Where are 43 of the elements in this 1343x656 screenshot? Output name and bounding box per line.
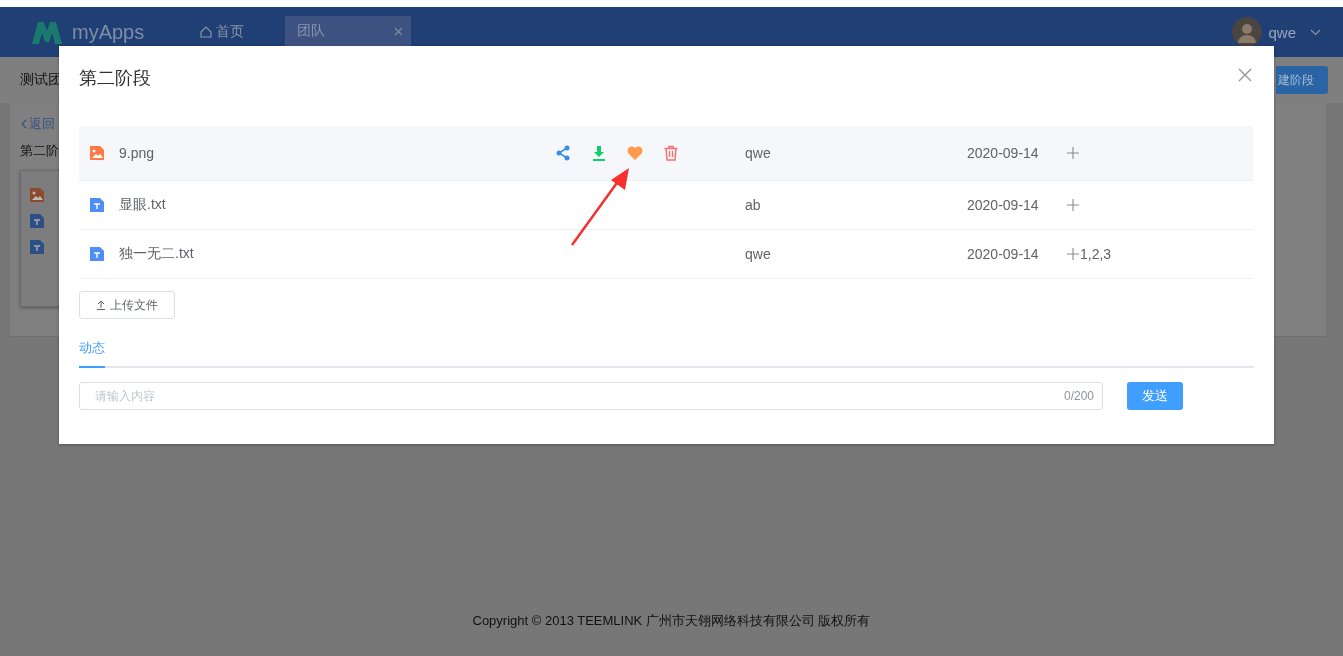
text-file-icon bbox=[29, 239, 45, 255]
new-stage-button[interactable]: 建阶段 bbox=[1276, 66, 1328, 94]
tag-list: 1,2,3 bbox=[1080, 246, 1112, 262]
upload-button[interactable]: 上传文件 bbox=[79, 291, 175, 319]
text-file-icon bbox=[29, 213, 45, 229]
character-counter: 0/200 bbox=[1063, 389, 1094, 403]
upload-icon bbox=[96, 300, 106, 310]
file-name[interactable]: 显眼.txt bbox=[119, 196, 166, 212]
add-icon[interactable] bbox=[1067, 248, 1079, 260]
add-icon[interactable] bbox=[1067, 147, 1079, 159]
dialog-title: 第二阶段 bbox=[79, 67, 151, 90]
date-text: 2020-09-14 bbox=[967, 246, 1040, 262]
logo-icon bbox=[30, 20, 64, 44]
download-icon[interactable] bbox=[591, 145, 607, 161]
text-file-icon bbox=[89, 197, 105, 213]
text-file-icon bbox=[89, 246, 105, 262]
close-icon[interactable] bbox=[1238, 68, 1252, 82]
avatar[interactable] bbox=[1232, 17, 1263, 47]
share-icon[interactable] bbox=[555, 145, 571, 161]
date-text: 2020-09-14 bbox=[967, 197, 1040, 213]
user-name[interactable]: qwe bbox=[1268, 23, 1296, 41]
logo-text: myApps bbox=[72, 20, 145, 44]
image-file-icon bbox=[29, 187, 45, 203]
creator-name: qwe bbox=[745, 145, 772, 161]
file-name[interactable]: 独一无二.txt bbox=[119, 245, 194, 261]
close-icon[interactable] bbox=[394, 26, 403, 36]
file-row[interactable]: 独一无二.txt qwe 2020-09-14 1,2,3 bbox=[79, 230, 1253, 279]
file-name[interactable]: 9.png bbox=[119, 145, 155, 161]
date-text: 2020-09-14 bbox=[967, 145, 1040, 161]
file-row[interactable]: 显眼.txt ab 2020-09-14 bbox=[79, 181, 1253, 230]
stage-title: 第二阶 bbox=[20, 142, 59, 160]
file-row[interactable]: 9.png qwe 2020-09-14 bbox=[79, 126, 1253, 181]
creator-name: ab bbox=[745, 197, 762, 213]
home-icon bbox=[200, 26, 212, 38]
trash-icon[interactable] bbox=[663, 145, 679, 161]
copyright-text: Copyright © 2013 TEEMLINK 广州市天翎网络科技有限公司 版权所有 bbox=[472, 612, 871, 630]
home-link[interactable]: 首页 bbox=[200, 23, 285, 41]
heart-icon[interactable] bbox=[627, 145, 643, 161]
chevron-down-icon[interactable] bbox=[1310, 28, 1321, 36]
image-file-icon bbox=[89, 145, 105, 161]
chevron-left-icon bbox=[20, 119, 27, 129]
creator-name: qwe bbox=[745, 246, 772, 262]
add-icon[interactable] bbox=[1067, 199, 1079, 211]
